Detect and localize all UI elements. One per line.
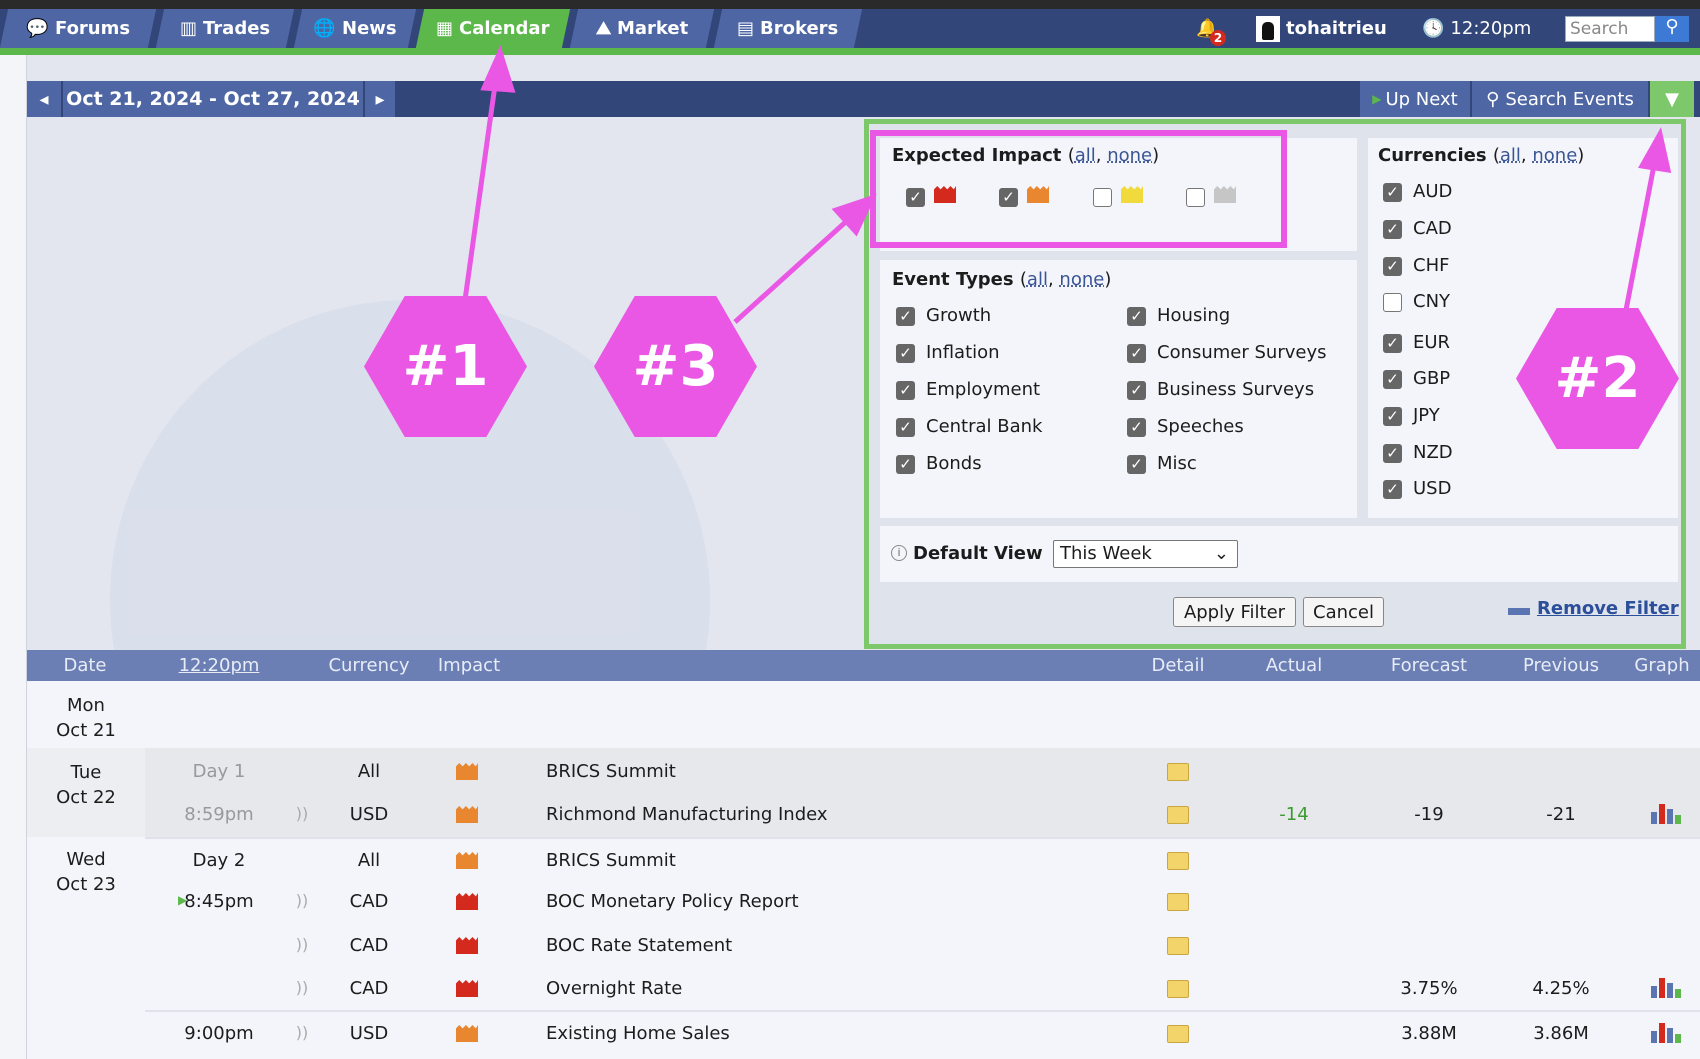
arrow-2 [1623,159,1658,311]
annotation-arrows [462,44,1672,324]
arrow-1 [462,77,499,301]
arrow-3 [733,216,852,324]
arrow-1-head [480,44,516,93]
impact-highlight-box [870,130,1287,248]
arrow-2-head [1638,127,1672,174]
